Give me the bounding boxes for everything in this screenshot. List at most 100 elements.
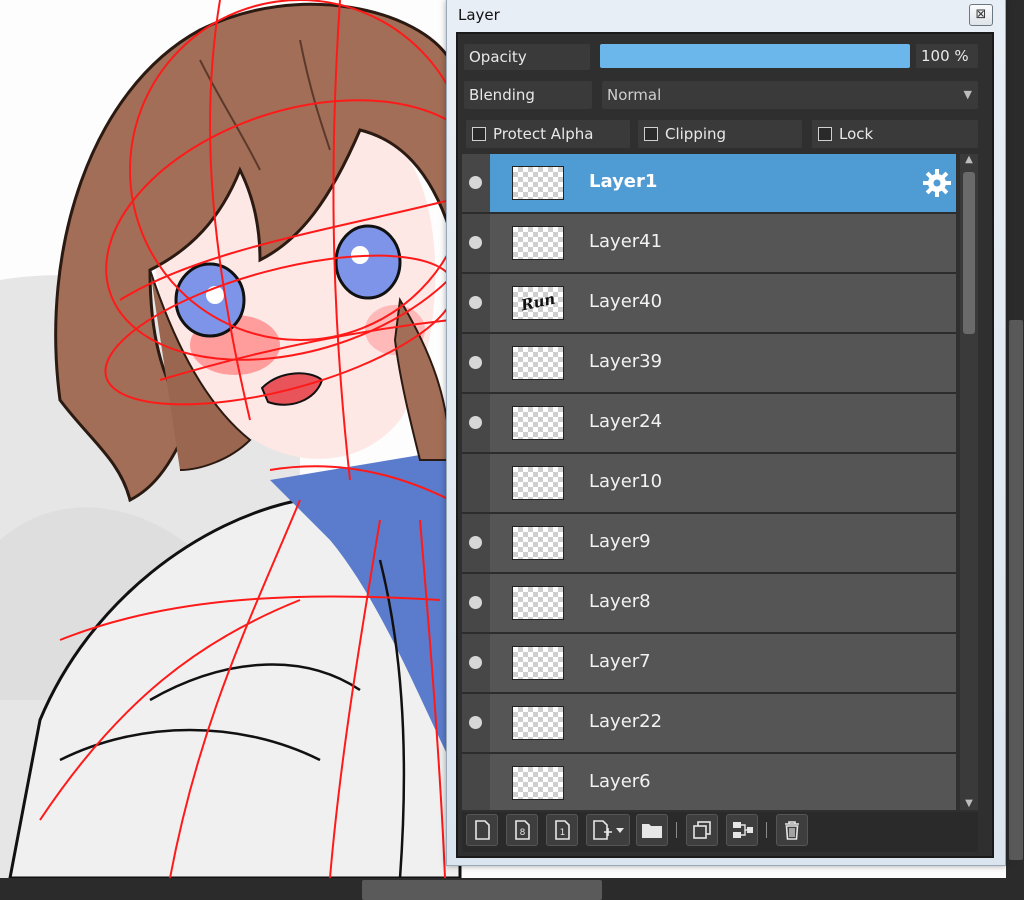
layer-name: Layer24 — [589, 411, 663, 432]
layer-thumbnail — [512, 706, 564, 740]
checkbox-box — [644, 127, 658, 141]
merge-down-button[interactable] — [726, 814, 758, 846]
close-icon: ⊠ — [975, 7, 987, 22]
canvas-horizontal-scroll-thumb[interactable] — [362, 880, 602, 900]
layer-row[interactable]: Layer6 — [462, 754, 956, 810]
layer-toolbar: 8 1 — [462, 812, 978, 852]
gear-icon[interactable] — [922, 168, 952, 198]
visibility-toggle[interactable] — [462, 394, 490, 452]
blending-mode-select[interactable]: Normal ▼ — [602, 81, 978, 109]
layer-panel: Opacity 100 % Blending Normal ▼ Protect … — [456, 32, 994, 858]
layer-thumbnail — [512, 466, 564, 500]
lock-label: Lock — [839, 125, 874, 143]
layer-thumbnail — [512, 526, 564, 560]
opacity-slider[interactable] — [600, 44, 910, 68]
protect-alpha-checkbox[interactable]: Protect Alpha — [466, 120, 630, 148]
thumbnail-text: Run — [519, 289, 557, 315]
blending-mode-value: Normal — [607, 86, 662, 104]
delete-layer-button[interactable] — [776, 814, 808, 846]
canvas-vertical-scrollbar[interactable] — [1006, 0, 1024, 878]
layer-row[interactable]: Layer10 — [462, 454, 956, 514]
layer-thumbnail — [512, 646, 564, 680]
layer-name: Layer9 — [589, 531, 651, 552]
clipping-checkbox[interactable]: Clipping — [638, 120, 802, 148]
layer-row[interactable]: Layer24 — [462, 394, 956, 454]
new-1bit-layer-button[interactable]: 1 — [546, 814, 578, 846]
new-folder-button[interactable] — [636, 814, 668, 846]
merge-down-icon — [733, 822, 753, 838]
visibility-toggle[interactable] — [462, 694, 490, 752]
visibility-dot-icon — [469, 296, 482, 309]
visibility-toggle[interactable] — [462, 754, 490, 810]
window-title: Layer — [458, 6, 500, 24]
layer-row[interactable]: Layer1 — [462, 154, 956, 214]
layer-row[interactable]: Layer9 — [462, 514, 956, 574]
checkbox-box — [818, 127, 832, 141]
toolbar-separator — [766, 822, 767, 838]
visibility-dot-icon — [469, 716, 482, 729]
layer-row[interactable]: Layer41 — [462, 214, 956, 274]
opacity-value[interactable]: 100 % — [916, 44, 978, 68]
new-layer-button[interactable] — [466, 814, 498, 846]
layer-name: Layer1 — [589, 171, 658, 192]
visibility-toggle[interactable] — [462, 154, 490, 212]
canvas-horizontal-scrollbar[interactable] — [0, 878, 1024, 900]
visibility-dot-icon — [469, 416, 482, 429]
new-layer-icon — [475, 820, 490, 840]
visibility-toggle[interactable] — [462, 334, 490, 392]
layer-thumbnail — [512, 226, 564, 260]
layer-list[interactable]: Layer1 Layer41 Run Layer40 Layer39 Layer24 Lay… — [462, 154, 956, 810]
opacity-label: Opacity — [464, 44, 590, 70]
protect-alpha-label: Protect Alpha — [493, 125, 594, 143]
layer-row[interactable]: Layer7 — [462, 634, 956, 694]
scroll-down-icon[interactable]: ▼ — [963, 798, 975, 810]
visibility-toggle[interactable] — [462, 274, 490, 332]
trash-icon — [785, 821, 799, 840]
close-window-button[interactable]: ⊠ — [969, 4, 993, 26]
visibility-toggle[interactable] — [462, 574, 490, 632]
visibility-dot-icon — [469, 656, 482, 669]
layer-thumbnail — [512, 166, 564, 200]
layer-window: Layer ⊠ Opacity 100 % Blending Normal ▼ … — [446, 0, 1006, 866]
blending-label: Blending — [464, 81, 592, 109]
checkbox-box — [472, 127, 486, 141]
chevron-down-icon: ▼ — [963, 88, 972, 101]
layer-name: Layer41 — [589, 231, 663, 252]
visibility-toggle[interactable] — [462, 454, 490, 512]
layer-thumbnail — [512, 406, 564, 440]
layer-row[interactable]: Layer8 — [462, 574, 956, 634]
visibility-dot-icon — [469, 236, 482, 249]
layer-row[interactable]: Layer39 — [462, 334, 956, 394]
layer-name: Layer10 — [589, 471, 663, 492]
layer-list-scrollbar[interactable]: ▲ ▼ — [960, 154, 978, 810]
visibility-toggle[interactable] — [462, 214, 490, 272]
visibility-toggle[interactable] — [462, 634, 490, 692]
layer-name: Layer39 — [589, 351, 663, 372]
layer-thumbnail: Run — [512, 286, 564, 320]
visibility-toggle[interactable] — [462, 514, 490, 572]
visibility-dot-icon — [469, 176, 482, 189]
duplicate-layer-icon — [693, 821, 711, 839]
layer-thumbnail — [512, 346, 564, 380]
layer-name: Layer8 — [589, 591, 651, 612]
new-folder-icon — [642, 824, 662, 838]
svg-text:1: 1 — [560, 828, 566, 838]
layer-row[interactable]: Run Layer40 — [462, 274, 956, 334]
layer-name: Layer7 — [589, 651, 651, 672]
canvas-vertical-scroll-thumb[interactable] — [1009, 320, 1023, 860]
scroll-up-icon[interactable]: ▲ — [963, 154, 975, 166]
add-layer-dropdown-icon — [593, 820, 624, 840]
new-1bit-layer-icon: 1 — [555, 820, 570, 840]
opacity-slider-fill — [600, 44, 910, 68]
lock-checkbox[interactable]: Lock — [812, 120, 978, 148]
duplicate-layer-button[interactable] — [686, 814, 718, 846]
layer-list-scroll-thumb[interactable] — [963, 172, 975, 334]
new-8bit-layer-button[interactable]: 8 — [506, 814, 538, 846]
layer-row[interactable]: Layer22 — [462, 694, 956, 754]
visibility-dot-icon — [469, 536, 482, 549]
toolbar-separator — [676, 822, 677, 838]
layer-name: Layer40 — [589, 291, 663, 312]
layer-thumbnail — [512, 766, 564, 800]
clipping-label: Clipping — [665, 125, 727, 143]
add-layer-dropdown-button[interactable] — [586, 814, 630, 846]
